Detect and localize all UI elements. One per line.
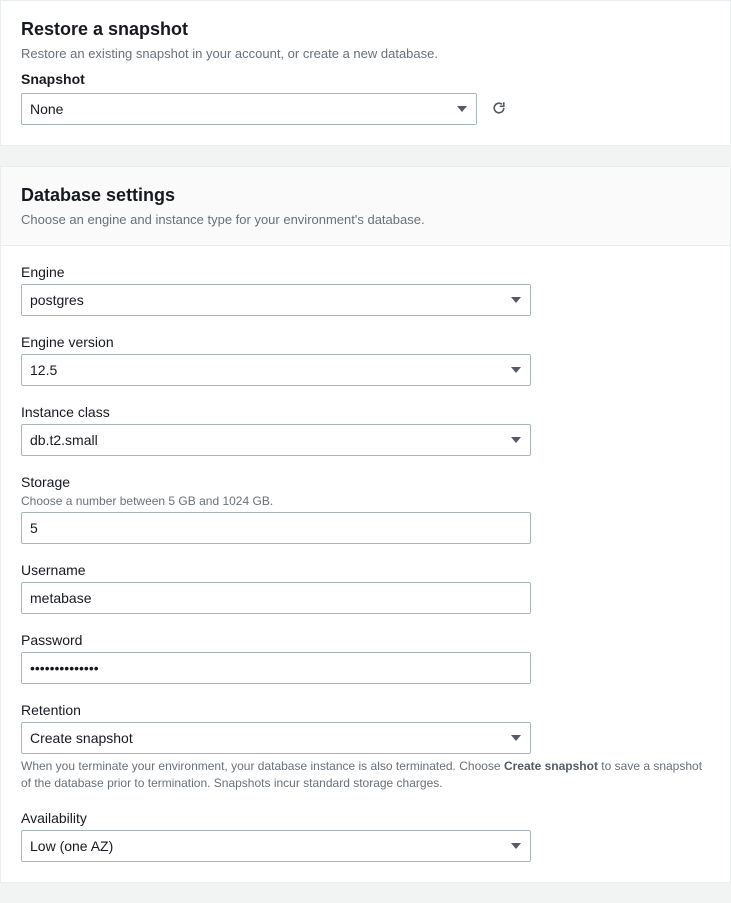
- retention-field: Retention Create snapshot When you termi…: [21, 702, 710, 792]
- password-label: Password: [21, 632, 710, 648]
- snapshot-title: Restore a snapshot: [21, 19, 710, 40]
- snapshot-row: None: [21, 93, 710, 125]
- snapshot-panel: Restore a snapshot Restore an existing s…: [0, 0, 731, 146]
- retention-select[interactable]: Create snapshot: [21, 722, 531, 754]
- instance-class-label: Instance class: [21, 404, 710, 420]
- password-input[interactable]: [21, 652, 531, 684]
- refresh-icon: [492, 101, 506, 118]
- snapshot-description: Restore an existing snapshot in your acc…: [21, 46, 710, 61]
- retention-select-value: Create snapshot: [30, 730, 133, 746]
- refresh-button[interactable]: [489, 99, 509, 119]
- engine-version-label: Engine version: [21, 334, 710, 350]
- password-field: Password: [21, 632, 710, 684]
- storage-field: Storage Choose a number between 5 GB and…: [21, 474, 710, 544]
- username-label: Username: [21, 562, 710, 578]
- snapshot-label: Snapshot: [21, 71, 710, 87]
- instance-class-field: Instance class db.t2.small: [21, 404, 710, 456]
- engine-select-wrap: postgres: [21, 284, 531, 316]
- availability-label: Availability: [21, 810, 710, 826]
- db-settings-panel: Database settings Choose an engine and i…: [0, 166, 731, 883]
- engine-label: Engine: [21, 264, 710, 280]
- snapshot-body: Snapshot None: [1, 71, 730, 145]
- snapshot-select[interactable]: None: [21, 93, 477, 125]
- engine-field: Engine postgres: [21, 264, 710, 316]
- db-settings-title: Database settings: [21, 185, 710, 206]
- username-input[interactable]: [21, 582, 531, 614]
- engine-version-field: Engine version 12.5: [21, 334, 710, 386]
- retention-select-wrap: Create snapshot: [21, 722, 531, 754]
- availability-select[interactable]: Low (one AZ): [21, 830, 531, 862]
- retention-label: Retention: [21, 702, 710, 718]
- db-settings-description: Choose an engine and instance type for y…: [21, 212, 710, 227]
- availability-select-wrap: Low (one AZ): [21, 830, 531, 862]
- engine-version-select[interactable]: 12.5: [21, 354, 531, 386]
- retention-hint-strong: Create snapshot: [504, 759, 598, 773]
- db-settings-header: Database settings Choose an engine and i…: [1, 167, 730, 246]
- availability-select-value: Low (one AZ): [30, 838, 113, 854]
- availability-field: Availability Low (one AZ): [21, 810, 710, 862]
- retention-hint: When you terminate your environment, you…: [21, 758, 710, 792]
- engine-version-select-wrap: 12.5: [21, 354, 531, 386]
- engine-select[interactable]: postgres: [21, 284, 531, 316]
- db-settings-body: Engine postgres Engine version 12.5: [1, 264, 730, 882]
- snapshot-header: Restore a snapshot Restore an existing s…: [1, 1, 730, 61]
- storage-label: Storage: [21, 474, 710, 490]
- snapshot-select-wrap: None: [21, 93, 477, 125]
- storage-input[interactable]: [21, 512, 531, 544]
- snapshot-select-value: None: [30, 101, 63, 117]
- retention-hint-prefix: When you terminate your environment, you…: [21, 759, 504, 773]
- instance-class-select-wrap: db.t2.small: [21, 424, 531, 456]
- instance-class-select-value: db.t2.small: [30, 432, 98, 448]
- instance-class-select[interactable]: db.t2.small: [21, 424, 531, 456]
- username-field: Username: [21, 562, 710, 614]
- engine-select-value: postgres: [30, 292, 84, 308]
- storage-hint: Choose a number between 5 GB and 1024 GB…: [21, 494, 710, 508]
- engine-version-select-value: 12.5: [30, 362, 57, 378]
